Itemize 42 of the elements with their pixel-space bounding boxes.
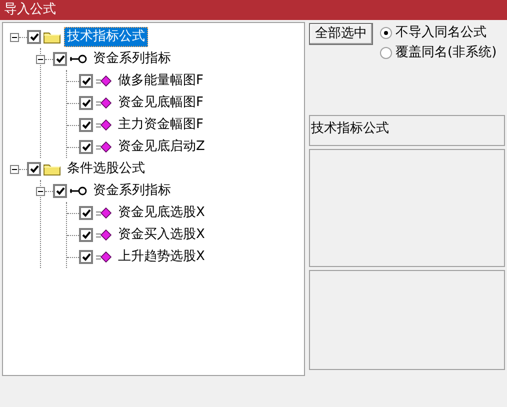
tree-item[interactable]: 技术指标公式 bbox=[64, 27, 148, 47]
formula-icon bbox=[95, 251, 112, 263]
key-icon bbox=[69, 54, 87, 64]
tree-item[interactable]: 上升趋势选股X bbox=[115, 247, 208, 267]
tree-item[interactable]: 条件选股公式 bbox=[64, 159, 148, 179]
select-all-button[interactable]: 全部选中 bbox=[309, 23, 373, 45]
tree-item[interactable]: 资金见底启动Z bbox=[115, 137, 208, 157]
formula-icon bbox=[95, 207, 112, 219]
tree-item[interactable]: 资金见底幅图F bbox=[115, 93, 206, 113]
tree-item[interactable]: 资金见底选股X bbox=[115, 203, 208, 223]
checkbox[interactable] bbox=[79, 140, 93, 154]
key-icon bbox=[69, 186, 87, 196]
formula-icon bbox=[95, 75, 112, 87]
checkbox[interactable] bbox=[53, 184, 67, 198]
checkbox[interactable] bbox=[79, 96, 93, 110]
tree-item[interactable]: 资金系列指标 bbox=[90, 49, 174, 69]
collapse-toggle[interactable] bbox=[36, 54, 45, 64]
collapse-toggle[interactable] bbox=[36, 186, 45, 196]
description-text: 技术指标公式 bbox=[311, 121, 389, 136]
checkbox[interactable] bbox=[79, 206, 93, 220]
window-title: 导入公式 bbox=[4, 1, 56, 19]
checkbox[interactable] bbox=[53, 52, 67, 66]
formula-icon bbox=[95, 119, 112, 131]
checkbox[interactable] bbox=[79, 228, 93, 242]
formula-icon bbox=[95, 97, 112, 109]
formula-icon bbox=[95, 229, 112, 241]
tree-item[interactable]: 资金系列指标 bbox=[90, 181, 174, 201]
checkbox[interactable] bbox=[27, 30, 41, 44]
formula-icon bbox=[95, 141, 112, 153]
checkbox[interactable] bbox=[79, 74, 93, 88]
folder-icon bbox=[43, 30, 61, 44]
checkbox[interactable] bbox=[79, 250, 93, 264]
collapse-toggle[interactable] bbox=[10, 164, 19, 174]
radio-option[interactable]: 覆盖同名(非系统) bbox=[380, 43, 497, 63]
tree-item[interactable]: 资金买入选股X bbox=[115, 225, 208, 245]
checkbox[interactable] bbox=[79, 118, 93, 132]
checkbox[interactable] bbox=[27, 162, 41, 176]
tree-item[interactable]: 主力资金幅图F bbox=[115, 115, 206, 135]
collapse-toggle[interactable] bbox=[10, 32, 19, 42]
radio-option[interactable]: 不导入同名公式 bbox=[380, 23, 497, 43]
tree-item[interactable]: 做多能量幅图F bbox=[115, 71, 206, 91]
folder-icon bbox=[43, 162, 61, 176]
